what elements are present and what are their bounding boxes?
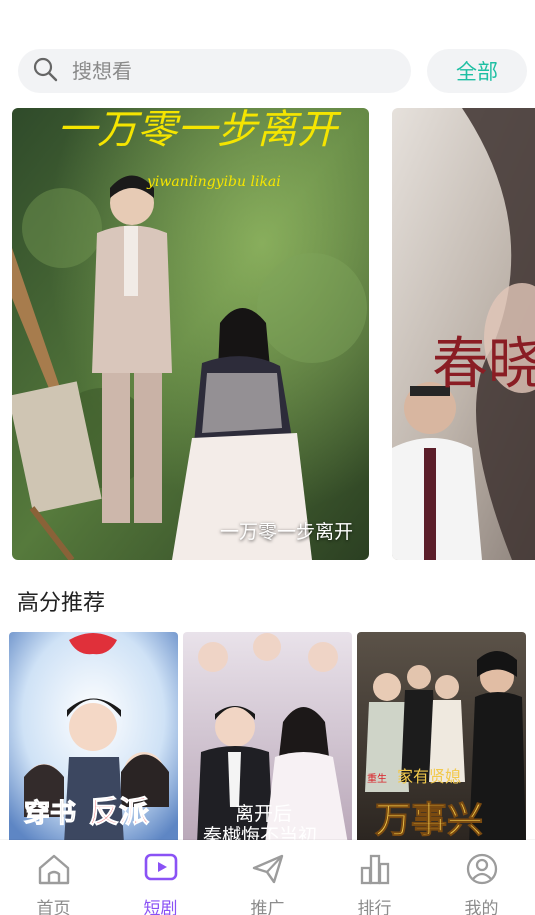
section-title: 高分推荐 <box>17 591 106 616</box>
tab-mine[interactable]: 我的 <box>428 840 535 915</box>
poster-art-badge: 重生 <box>367 772 387 785</box>
search-input[interactable] <box>72 59 352 83</box>
banner-carousel[interactable]: 一万零一步离开 yiwanlingyibu likai 一万零一步离开 春晓 <box>12 108 535 560</box>
banner-image: 一万零一步离开 yiwanlingyibu likai <box>12 108 369 560</box>
tab-promote[interactable]: 推广 <box>214 840 321 915</box>
poster-image: 重生 家有贤媳 万事兴 <box>357 632 526 844</box>
poster-card[interactable]: 重生 家有贤媳 万事兴 <box>357 632 526 844</box>
banner-caption: 一万零一步离开 <box>219 521 353 543</box>
tab-ranking[interactable]: 排行 <box>321 840 428 915</box>
poster-image: 离开后 秦樾悔不当初 <box>183 632 352 844</box>
banner-item[interactable]: 春晓 <box>392 108 535 560</box>
tab-short-drama[interactable]: 短剧 <box>107 840 214 915</box>
banner-art-title: 春晓 <box>432 332 535 397</box>
poster-image: 穿书 反派 <box>9 632 178 844</box>
poster-row: 穿书 反派 离开后 秦樾悔不当初 重生 家有贤媳 万事兴 <box>9 632 529 844</box>
poster-art-text: 离开后 <box>235 803 292 825</box>
banner-art-pinyin: yiwanlingyibu likai <box>146 174 281 190</box>
tab-label: 首页 <box>36 899 71 915</box>
tab-label: 推广 <box>250 899 285 915</box>
search-icon <box>32 56 58 86</box>
poster-art-text: 穿书 <box>24 798 76 829</box>
search-row: 全部 <box>18 49 528 93</box>
bar-chart-icon <box>357 852 393 890</box>
banner-image: 春晓 <box>392 108 535 560</box>
banner-item[interactable]: 一万零一步离开 yiwanlingyibu likai 一万零一步离开 <box>12 108 369 560</box>
poster-card[interactable]: 离开后 秦樾悔不当初 <box>183 632 352 844</box>
app-screen: 全部 <box>0 0 535 915</box>
tab-label: 我的 <box>464 899 499 915</box>
all-button[interactable]: 全部 <box>427 49 527 93</box>
paper-plane-icon <box>250 852 286 890</box>
bottom-tab-bar: 首页 短剧 推广 排行 我的 <box>0 840 535 915</box>
poster-art-text: 万事兴 <box>375 799 483 841</box>
poster-art-text: 反派 <box>89 795 149 830</box>
tab-label: 排行 <box>357 899 392 915</box>
banner-art-title: 一万零一步离开 <box>57 108 342 153</box>
profile-icon <box>464 852 500 890</box>
tab-home[interactable]: 首页 <box>0 840 107 915</box>
home-icon <box>36 852 72 890</box>
search-box[interactable] <box>18 49 411 93</box>
play-icon <box>143 852 179 890</box>
poster-art-text: 家有贤媳 <box>397 767 461 786</box>
tab-label: 短剧 <box>143 899 178 915</box>
poster-card[interactable]: 穿书 反派 <box>9 632 178 844</box>
